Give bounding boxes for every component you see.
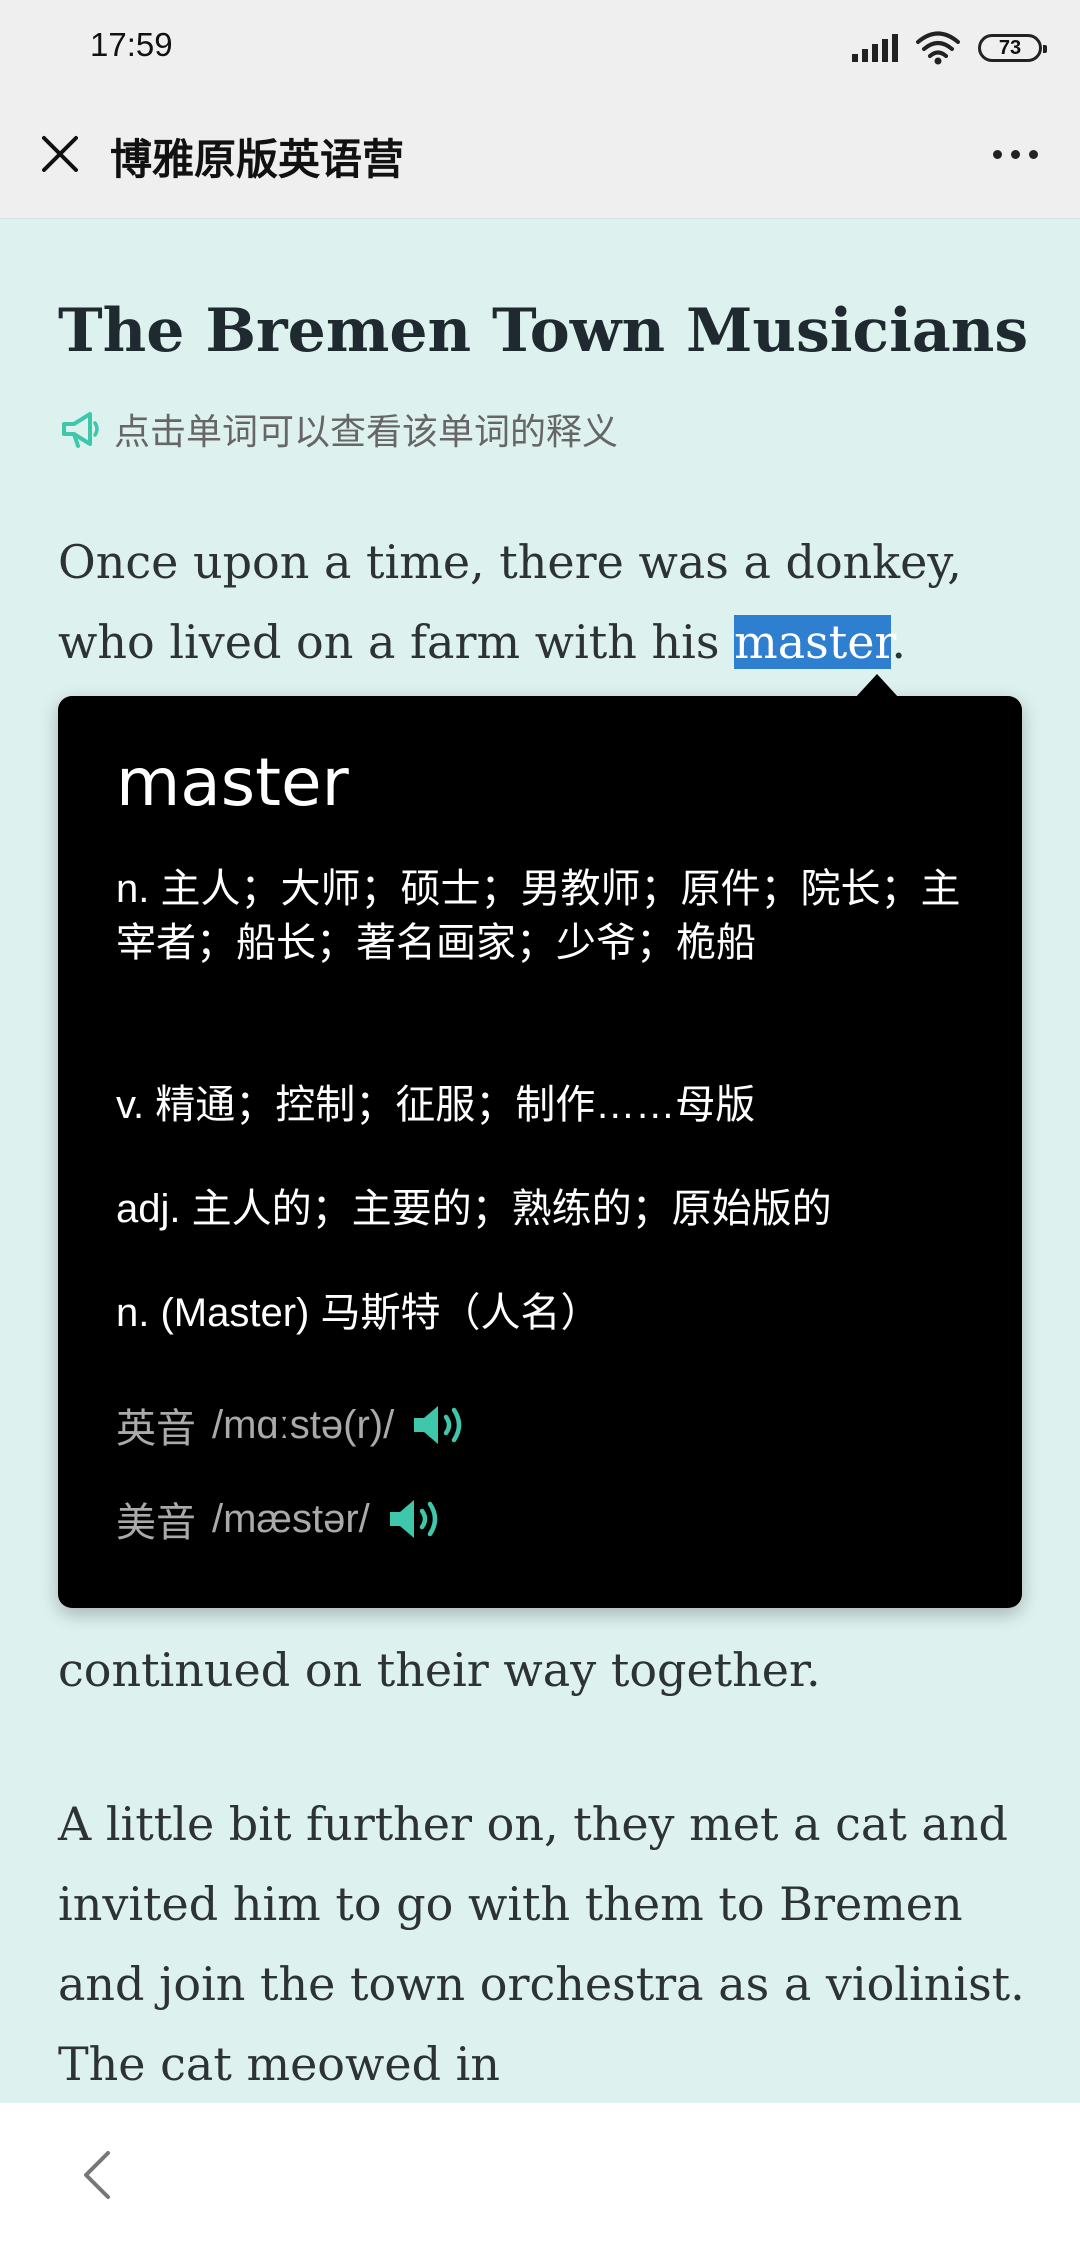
- paragraph-text[interactable]: .: [891, 615, 906, 669]
- title-bar: 博雅原版英语营: [0, 96, 1080, 219]
- paragraph-2[interactable]: continued on their way together.: [58, 1630, 1038, 1710]
- definition-name: n. (Master) 马斯特（人名）: [116, 1291, 601, 1335]
- paragraph-1[interactable]: Once upon a time, there was a donkey, wh…: [58, 522, 1038, 682]
- us-pronunciation: 美音 /mæstər/: [116, 1490, 448, 1548]
- selected-word[interactable]: master: [734, 615, 892, 669]
- signal-icon: [852, 34, 898, 62]
- speaker-icon[interactable]: [386, 1494, 448, 1544]
- us-label: 美音: [116, 1501, 196, 1545]
- status-bar: 17:59 73: [0, 0, 1080, 96]
- megaphone-icon: [62, 412, 99, 448]
- battery-icon: 73: [978, 34, 1047, 62]
- page-title: 博雅原版英语营: [110, 136, 405, 183]
- status-time: 17:59: [90, 26, 173, 63]
- wifi-icon: [916, 31, 960, 65]
- dictionary-popup: master n. 主人；大师；硕士；男教师；原件；院长；主宰者；船长；著名画家…: [58, 696, 1022, 1608]
- status-icons: 73: [852, 28, 1047, 68]
- hint-row: 点击单词可以查看该单词的释义: [58, 404, 618, 454]
- back-chevron-icon[interactable]: [70, 2145, 130, 2205]
- uk-phonetic: /mɑːstə(r)/: [212, 1402, 395, 1447]
- paragraph-3[interactable]: A little bit further on, they met a cat …: [58, 1784, 1038, 2103]
- definition-verb: v. 精通；控制；征服；制作……母版: [116, 1083, 756, 1127]
- popup-word: master: [116, 744, 349, 821]
- definition-noun: n. 主人；大师；硕士；男教师；原件；院长；主宰者；船长；著名画家；少爷；桅船: [116, 867, 961, 965]
- speaker-icon[interactable]: [410, 1400, 472, 1450]
- more-options-icon[interactable]: [980, 124, 1050, 184]
- popup-arrow: [855, 674, 899, 698]
- hint-text: 点击单词可以查看该单词的释义: [114, 411, 619, 452]
- uk-pronunciation: 英音 /mɑːstə(r)/: [116, 1396, 472, 1454]
- us-phonetic: /mæstər/: [212, 1496, 370, 1541]
- close-icon[interactable]: [30, 124, 90, 184]
- uk-label: 英音: [116, 1407, 196, 1451]
- definition-adj: adj. 主人的；主要的；熟练的；原始版的: [116, 1187, 832, 1231]
- bottom-bar: [0, 2103, 1080, 2248]
- article-title: The Bremen Town Musicians: [58, 296, 1029, 366]
